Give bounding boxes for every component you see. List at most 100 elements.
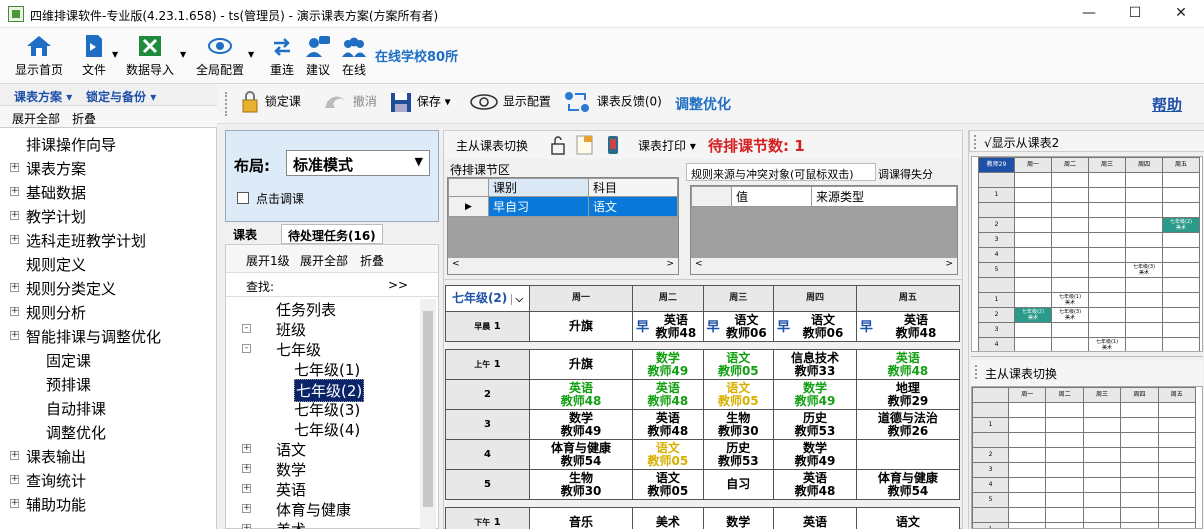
search-more-button[interactable]: >> — [388, 278, 408, 292]
class-list-item[interactable]: 英语 — [276, 479, 306, 500]
expand-toggle-icon[interactable]: + — [242, 524, 251, 529]
mini-cell[interactable] — [1120, 432, 1159, 448]
timetable-cell[interactable]: 升旗 — [528, 349, 634, 380]
display-config-button[interactable]: 显示配置 — [469, 90, 551, 114]
timetable-cell[interactable]: 历史 教师53 — [773, 409, 857, 440]
tab-pending-tasks[interactable]: 待处理任务(16) — [281, 224, 383, 244]
file-button[interactable]: 文件 — [76, 33, 112, 78]
mini-cell[interactable] — [1007, 447, 1047, 463]
mini-cell[interactable] — [1007, 417, 1047, 433]
mini-cell[interactable] — [1051, 172, 1089, 188]
global-config-button[interactable]: 全局配置 — [192, 33, 248, 78]
collapse-button[interactable]: 折叠 — [72, 110, 96, 127]
expand-toggle-icon[interactable]: + — [10, 331, 19, 340]
timetable-cell[interactable]: 早语文 教师06 — [702, 311, 775, 342]
print-timetable-button[interactable]: 课表打印 ▾ — [638, 137, 696, 154]
mini-cell[interactable] — [1051, 247, 1089, 263]
mini-cell[interactable] — [1125, 307, 1163, 323]
expand-toggle-icon[interactable]: + — [242, 464, 251, 473]
lock-course-button[interactable]: 锁定课 — [239, 90, 301, 114]
phone-icon[interactable] — [606, 134, 620, 156]
nav-item[interactable]: 选科走班教学计划 — [26, 230, 146, 251]
mini-cell[interactable] — [1007, 402, 1047, 418]
tab-timetable[interactable]: 课表 — [233, 226, 257, 243]
mini-cell[interactable] — [1045, 477, 1084, 493]
show-slave2-toggle[interactable]: √显示从课表2 — [984, 134, 1059, 151]
expand-toggle-icon[interactable]: + — [10, 163, 19, 172]
mini-cell[interactable] — [1082, 477, 1122, 493]
mini-cell[interactable] — [1007, 462, 1047, 478]
timetable-cell[interactable]: 英语 教师48 — [528, 379, 634, 410]
mini-cell[interactable] — [1125, 217, 1163, 233]
mini-cell[interactable] — [1014, 262, 1052, 278]
tab-adjust-score[interactable]: 调课得失分 — [876, 165, 960, 181]
mini-cell[interactable] — [1162, 187, 1200, 203]
timetable-cell[interactable]: 自习 — [702, 469, 775, 500]
mini-cell[interactable] — [1051, 262, 1089, 278]
expand-toggle-icon[interactable]: + — [10, 475, 19, 484]
mini-cell[interactable] — [1045, 402, 1084, 418]
mini-cell[interactable] — [1088, 187, 1126, 203]
timetable-cell[interactable]: 体育与健康 教师54 — [528, 439, 634, 470]
help-link[interactable]: 帮助 — [1152, 94, 1182, 115]
mini-cell[interactable] — [1088, 232, 1126, 248]
layout-select[interactable]: 标准模式 ▼ — [286, 150, 430, 176]
expand-toggle-icon[interactable]: - — [242, 344, 251, 353]
mini-cell[interactable] — [1082, 432, 1122, 448]
timetable-cell[interactable]: 英语 教师48 — [632, 379, 704, 410]
mini-cell[interactable] — [1088, 277, 1126, 293]
timetable-cell[interactable]: 信息技术 教师33 — [773, 349, 857, 380]
expand-level1-button[interactable]: 展开1级 — [246, 252, 290, 269]
nav-item[interactable]: 课表输出 — [26, 446, 86, 467]
mini-cell[interactable] — [1014, 202, 1052, 218]
class-list-item[interactable]: 七年级(1) — [294, 359, 360, 380]
class-list-item[interactable]: 班级 — [276, 319, 306, 340]
nav-item[interactable]: 规则分类定义 — [26, 278, 116, 299]
mini-cell[interactable] — [1088, 247, 1126, 263]
timetable-cell[interactable]: 语文 教师05 — [632, 439, 704, 470]
switch-master-slave-button[interactable]: 主从课表切换 — [456, 137, 528, 154]
mini-cell[interactable] — [1051, 322, 1089, 338]
rule-hscrollbar[interactable]: < > — [691, 258, 957, 274]
timetable-cell[interactable]: 早英语 教师48 — [855, 311, 961, 342]
mini-cell[interactable] — [1014, 187, 1052, 203]
mini-cell[interactable] — [1007, 507, 1047, 523]
mini-cell[interactable] — [1157, 447, 1197, 463]
mini-cell[interactable] — [1162, 232, 1200, 248]
import-button[interactable]: 数据导入 — [122, 33, 178, 78]
config-dropdown-icon[interactable]: ▼ — [248, 50, 254, 59]
expand-toggle-icon[interactable]: + — [10, 451, 19, 460]
mini-cell[interactable] — [1007, 492, 1047, 508]
mini-cell[interactable] — [1120, 447, 1159, 463]
mini-cell[interactable] — [1162, 277, 1200, 293]
lock-open-icon[interactable] — [550, 135, 566, 155]
mini-cell[interactable]: 七年级(1) 美术 — [1051, 292, 1089, 308]
mini-cell[interactable] — [1045, 432, 1084, 448]
mini-cell[interactable] — [1014, 217, 1052, 233]
mini-cell[interactable] — [1162, 337, 1200, 351]
mini-cell[interactable] — [1051, 337, 1089, 351]
mini-cell[interactable] — [1157, 492, 1197, 508]
expand-toggle-icon[interactable]: + — [242, 504, 251, 513]
timetable-cell[interactable]: 道德与法治 教师26 — [855, 409, 961, 440]
mini-cell[interactable] — [1125, 337, 1163, 351]
list-scrollbar-thumb[interactable] — [423, 311, 433, 507]
mini-cell[interactable] — [1045, 447, 1084, 463]
save-button[interactable]: 保存 ▾ — [389, 90, 451, 114]
mini-cell[interactable] — [1014, 232, 1052, 248]
nav-item[interactable]: 智能排课与调整优化 — [26, 326, 161, 347]
home-button[interactable]: 显示首页 — [10, 33, 68, 78]
mini-cell[interactable] — [1120, 417, 1159, 433]
mini-cell[interactable] — [1157, 402, 1197, 418]
mini-cell[interactable] — [1014, 247, 1052, 263]
tab-rule-source[interactable]: 规则来源与冲突对象(可鼠标双击) — [686, 163, 876, 181]
timetable-cell[interactable]: 数学 教师49 — [632, 349, 704, 380]
mini-cell[interactable]: 七年级(2) 美术 — [1014, 307, 1052, 323]
mini-cell[interactable] — [1125, 277, 1163, 293]
expand-toggle-icon[interactable]: + — [10, 235, 19, 244]
nav-item[interactable]: 自动排课 — [46, 398, 106, 419]
mini-cell[interactable] — [1082, 492, 1122, 508]
class-list-item[interactable]: 数学 — [276, 459, 306, 480]
class-list-item[interactable]: 七年级(4) — [294, 419, 360, 440]
mini-cell[interactable] — [1082, 417, 1122, 433]
